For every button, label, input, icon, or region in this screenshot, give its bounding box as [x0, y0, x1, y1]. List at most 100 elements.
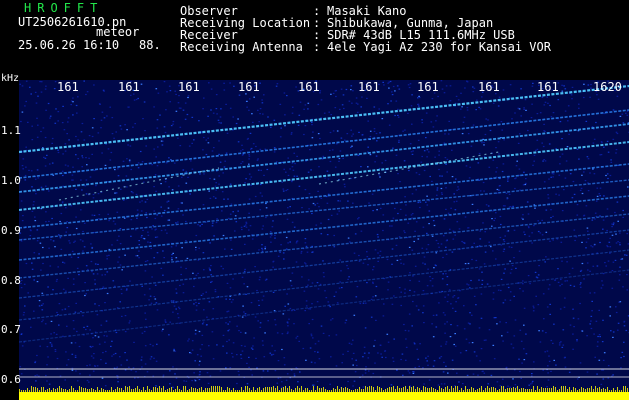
noise-speck	[593, 173, 596, 175]
noise-speck	[450, 303, 452, 305]
noise-speck	[203, 309, 205, 311]
noise-speck	[279, 136, 282, 138]
spectrogram-canvas	[19, 80, 629, 400]
noise-speck	[376, 233, 379, 236]
baseline-spike	[527, 389, 528, 392]
noise-speck	[410, 105, 413, 107]
noise-speck	[576, 214, 579, 216]
baseline-spike	[191, 387, 192, 392]
noise-speck	[191, 116, 194, 118]
noise-speck	[39, 242, 42, 244]
noise-speck	[607, 377, 610, 379]
noise-speck	[54, 122, 57, 124]
noise-speck	[94, 303, 96, 305]
noise-speck	[263, 174, 265, 176]
noise-speck	[586, 335, 588, 337]
noise-speck	[145, 318, 147, 320]
noise-speck	[602, 359, 605, 361]
noise-speck	[137, 162, 140, 164]
noise-speck	[433, 360, 436, 362]
noise-speck	[374, 161, 376, 163]
noise-speck	[426, 232, 428, 234]
noise-speck	[357, 154, 360, 156]
noise-speck	[181, 202, 183, 204]
noise-speck	[335, 365, 338, 367]
noise-speck	[541, 330, 544, 332]
noise-speck	[509, 299, 512, 301]
noise-speck	[101, 111, 104, 113]
noise-speck	[200, 294, 203, 296]
noise-speck	[120, 128, 123, 130]
noise-speck	[433, 267, 435, 269]
noise-speck	[364, 372, 367, 374]
echo-line	[19, 229, 629, 299]
noise-speck	[452, 307, 454, 309]
noise-speck	[481, 142, 483, 144]
noise-speck	[627, 186, 629, 188]
noise-speck	[561, 346, 564, 348]
noise-speck	[181, 176, 183, 178]
noise-speck	[241, 144, 243, 146]
noise-speck	[171, 189, 174, 191]
noise-speck	[284, 125, 286, 127]
noise-speck	[106, 271, 109, 273]
noise-speck	[593, 244, 596, 246]
noise-speck	[171, 257, 173, 259]
noise-speck	[438, 150, 440, 152]
noise-speck	[56, 278, 58, 281]
noise-speck	[347, 267, 349, 270]
noise-speck	[569, 173, 572, 175]
noise-speck	[409, 143, 412, 145]
noise-speck	[41, 292, 44, 294]
noise-speck	[91, 214, 94, 216]
noise-speck	[202, 321, 205, 323]
noise-speck	[185, 220, 187, 223]
noise-speck	[451, 251, 454, 253]
baseline-spike	[427, 388, 428, 392]
noise-speck	[56, 357, 59, 360]
noise-speck	[114, 223, 117, 225]
noise-speck	[431, 180, 433, 182]
noise-speck	[260, 169, 262, 171]
noise-speck	[611, 223, 613, 225]
noise-speck	[172, 123, 174, 125]
noise-speck	[421, 119, 423, 121]
noise-speck	[585, 247, 587, 249]
noise-speck	[164, 131, 167, 134]
noise-speck	[191, 142, 193, 144]
noise-speck	[487, 205, 490, 207]
noise-speck	[596, 94, 598, 96]
noise-speck	[483, 155, 486, 157]
baseline-spike	[105, 390, 106, 392]
noise-speck	[175, 288, 177, 290]
noise-speck	[558, 344, 561, 346]
noise-speck	[562, 344, 565, 346]
noise-speck	[622, 122, 625, 124]
noise-speck	[546, 386, 548, 388]
noise-speck	[55, 333, 58, 335]
noise-speck	[615, 306, 617, 308]
noise-speck	[397, 173, 399, 175]
noise-speck	[195, 246, 197, 248]
noise-speck	[182, 214, 184, 216]
noise-speck	[523, 231, 525, 233]
noise-speck	[29, 86, 31, 88]
noise-speck	[120, 364, 123, 366]
noise-speck	[445, 85, 448, 87]
noise-speck	[279, 103, 282, 105]
noise-speck	[23, 311, 25, 314]
noise-speck	[418, 105, 420, 107]
noise-speck	[418, 95, 420, 97]
noise-speck	[178, 308, 181, 310]
noise-speck	[156, 165, 159, 167]
noise-speck	[522, 290, 524, 292]
noise-speck	[248, 158, 250, 160]
noise-speck	[156, 309, 159, 311]
noise-speck	[573, 326, 575, 328]
noise-speck	[240, 354, 242, 356]
noise-speck	[503, 272, 505, 274]
noise-speck	[458, 381, 460, 383]
noise-speck	[198, 330, 201, 333]
noise-speck	[430, 121, 433, 123]
noise-speck	[261, 244, 263, 246]
